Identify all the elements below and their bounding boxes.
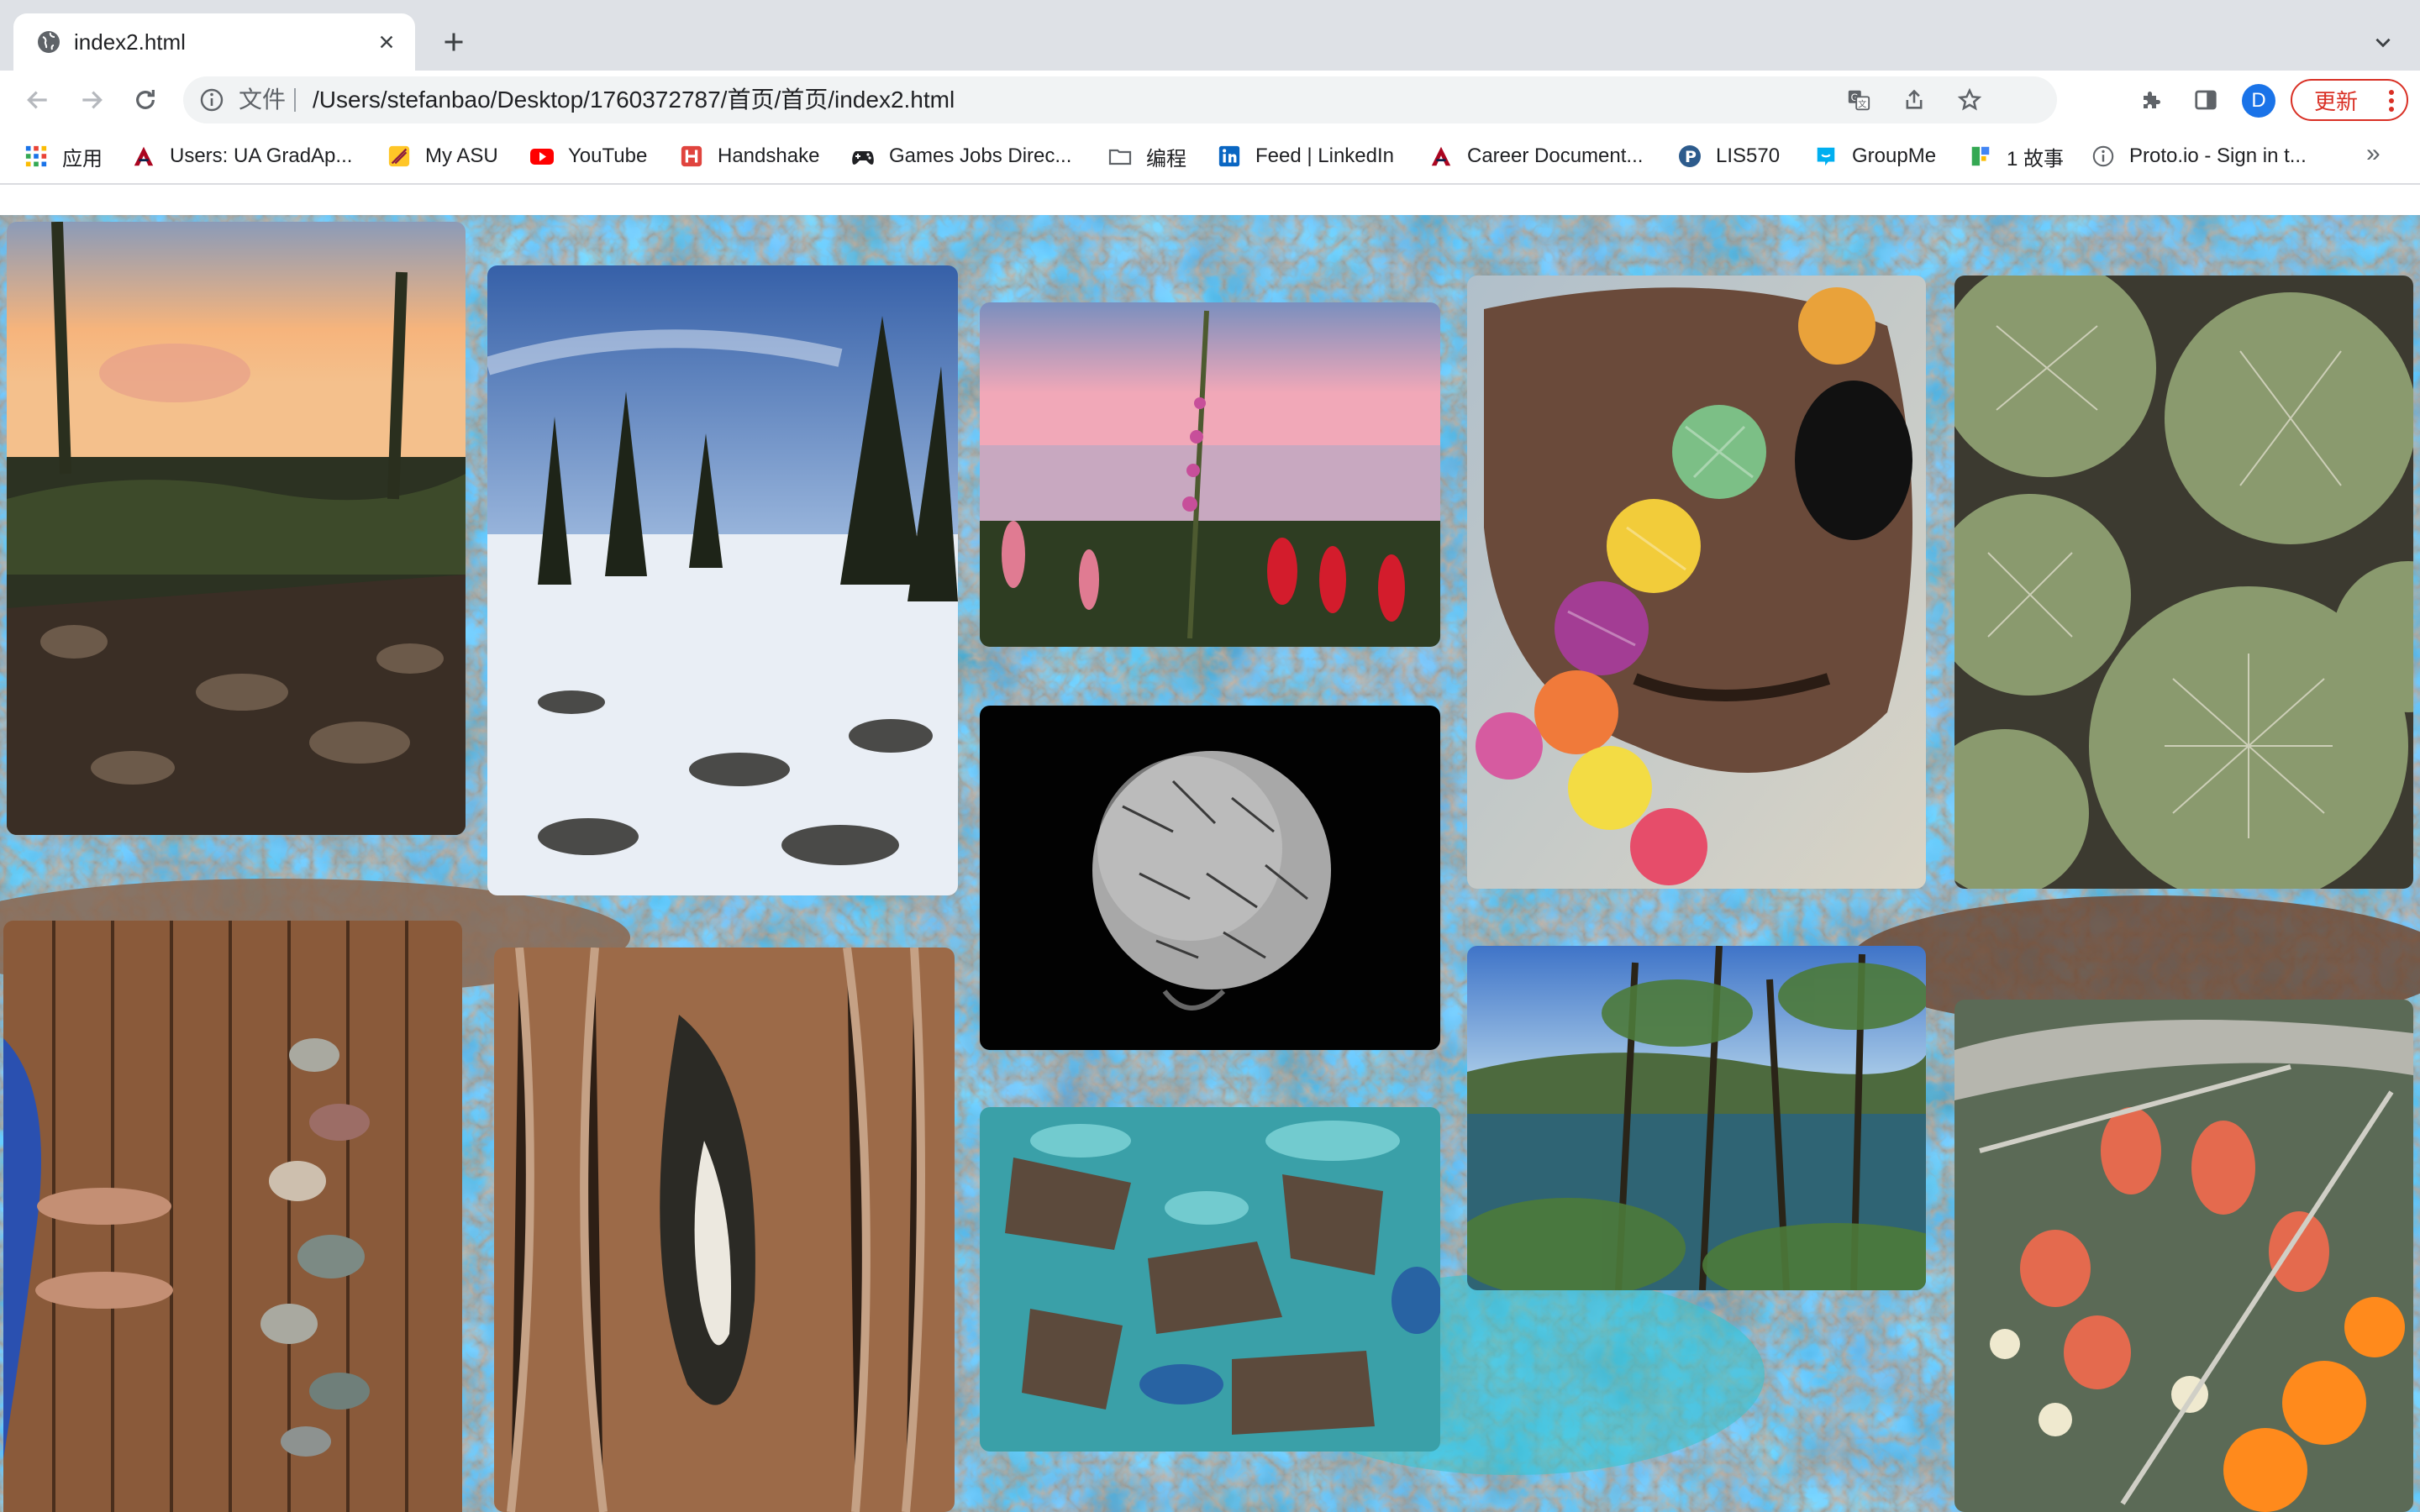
photo-gallery-page: [0, 185, 2420, 1512]
browser-toolbar: 文件 /Users/stefanbao/Desktop/1760372787/首…: [0, 71, 2420, 129]
bookmark-my-asu[interactable]: My ASU: [387, 141, 498, 171]
translate-icon[interactable]: G文: [1845, 87, 1872, 113]
bookmarks-bar: 应用 Users: UA GradAp... My ASU YouTube Ha…: [0, 129, 2420, 185]
linkedin-icon: [1217, 144, 1242, 169]
tab-search-chevron-icon[interactable]: [2366, 25, 2400, 59]
gamepad-icon: [850, 144, 876, 169]
bookmark-games-jobs[interactable]: Games Jobs Direc...: [850, 141, 1071, 171]
p-logo-icon: P: [1677, 144, 1702, 169]
snowy-forest-photo[interactable]: [487, 265, 958, 895]
bookmark-story[interactable]: 1 故事: [1968, 141, 2064, 171]
bookmark-groupme[interactable]: GroupMe: [1813, 141, 1936, 171]
bookmark-label: Career Document...: [1467, 144, 1644, 167]
forest-bay-photo[interactable]: [1467, 946, 1926, 1290]
handshake-icon: [679, 144, 704, 169]
turquoise-rock-photo[interactable]: [980, 1107, 1440, 1452]
tab-index2[interactable]: index2.html: [13, 13, 415, 71]
tab-strip: index2.html: [0, 0, 2420, 71]
story-icon: [1968, 144, 1993, 169]
youtube-icon: [529, 144, 555, 169]
svg-text:P: P: [1685, 148, 1697, 166]
apps-grid-icon: [24, 144, 49, 169]
bookmark-label: Games Jobs Direc...: [889, 144, 1072, 167]
cactus-bw-photo[interactable]: [980, 706, 1440, 1050]
more-bookmarks-chevron-icon[interactable]: »: [2366, 139, 2381, 168]
bookmark-label: LIS570: [1716, 144, 1781, 167]
svg-text:文: 文: [1858, 98, 1866, 109]
scheme-label: 文件: [239, 87, 287, 113]
tab-title: index2.html: [74, 29, 186, 55]
bookmark-label: 1 故事: [2007, 147, 2065, 171]
bookmark-star-icon[interactable]: [1956, 87, 1983, 113]
back-button[interactable]: [18, 81, 57, 119]
share-icon[interactable]: [1901, 87, 1928, 113]
feet-pebbles-deck-photo[interactable]: [3, 921, 462, 1512]
forward-button[interactable]: [72, 81, 111, 119]
profile-avatar[interactable]: D: [2242, 84, 2275, 118]
tree-bark-photo[interactable]: [494, 948, 955, 1512]
sunset-river-photo[interactable]: [7, 222, 466, 835]
bookmark-label: Handshake: [718, 144, 820, 167]
bookmark-label: Users: UA GradAp...: [170, 144, 353, 167]
groupme-icon: [1813, 144, 1839, 169]
bookmark-label: GroupMe: [1852, 144, 1937, 167]
update-label: 更新: [2314, 88, 2359, 114]
flowering-cactus-photo[interactable]: [1954, 1000, 2413, 1512]
bookmark-label: 应用: [62, 147, 103, 171]
lake-flowers-photo[interactable]: [980, 302, 1440, 647]
address-bar[interactable]: 文件 /Users/stefanbao/Desktop/1760372787/首…: [183, 76, 2057, 123]
woven-beads-skull-photo[interactable]: [1467, 276, 1926, 889]
bookmark-label: My ASU: [425, 144, 498, 167]
bookmark-handshake[interactable]: Handshake: [679, 141, 819, 171]
forward-arrow-icon: [82, 91, 103, 109]
more-menu-icon: [2389, 90, 2394, 112]
side-panel-icon[interactable]: [2188, 82, 2223, 118]
profile-initial: D: [2251, 89, 2266, 112]
bookmark-linkedin[interactable]: Feed | LinkedIn: [1217, 141, 1394, 171]
bookmark-label: Proto.io - Sign in t...: [2129, 144, 2307, 167]
bookmark-ua-gradapp[interactable]: Users: UA GradAp...: [131, 141, 352, 171]
bookmark-protoio[interactable]: Proto.io - Sign in t...: [2091, 141, 2307, 171]
reload-icon: [136, 90, 155, 109]
url-text[interactable]: /Users/stefanbao/Desktop/1760372787/首页/首…: [313, 87, 955, 113]
bookmark-label: Feed | LinkedIn: [1255, 144, 1395, 167]
site-info-icon[interactable]: [198, 87, 225, 113]
bookmark-label: 编程: [1146, 147, 1186, 171]
new-tab-button[interactable]: [437, 25, 471, 59]
asu-logo-icon: [387, 144, 412, 169]
bookmark-career-documents[interactable]: Career Document...: [1428, 141, 1643, 171]
bookmark-apps[interactable]: 应用: [24, 141, 103, 171]
close-tab-icon[interactable]: [373, 29, 400, 55]
bookmark-lis570[interactable]: P LIS570: [1677, 141, 1780, 171]
update-button[interactable]: 更新: [2291, 79, 2408, 121]
bookmark-folder-coding[interactable]: 编程: [1107, 141, 1186, 171]
ua-logo-icon: [131, 144, 156, 169]
folder-icon: [1107, 144, 1133, 169]
bookmark-label: YouTube: [568, 144, 648, 167]
globe-icon: [35, 29, 62, 55]
cactus-cluster-photo[interactable]: [1954, 276, 2413, 889]
ua-logo-icon: [1428, 144, 1454, 169]
back-arrow-icon: [27, 91, 47, 109]
reload-button[interactable]: [126, 81, 165, 119]
protoio-icon: [2091, 144, 2116, 169]
extensions-puzzle-icon[interactable]: [2134, 82, 2170, 118]
bookmark-youtube[interactable]: YouTube: [529, 141, 647, 171]
scheme-divider: [294, 88, 296, 112]
